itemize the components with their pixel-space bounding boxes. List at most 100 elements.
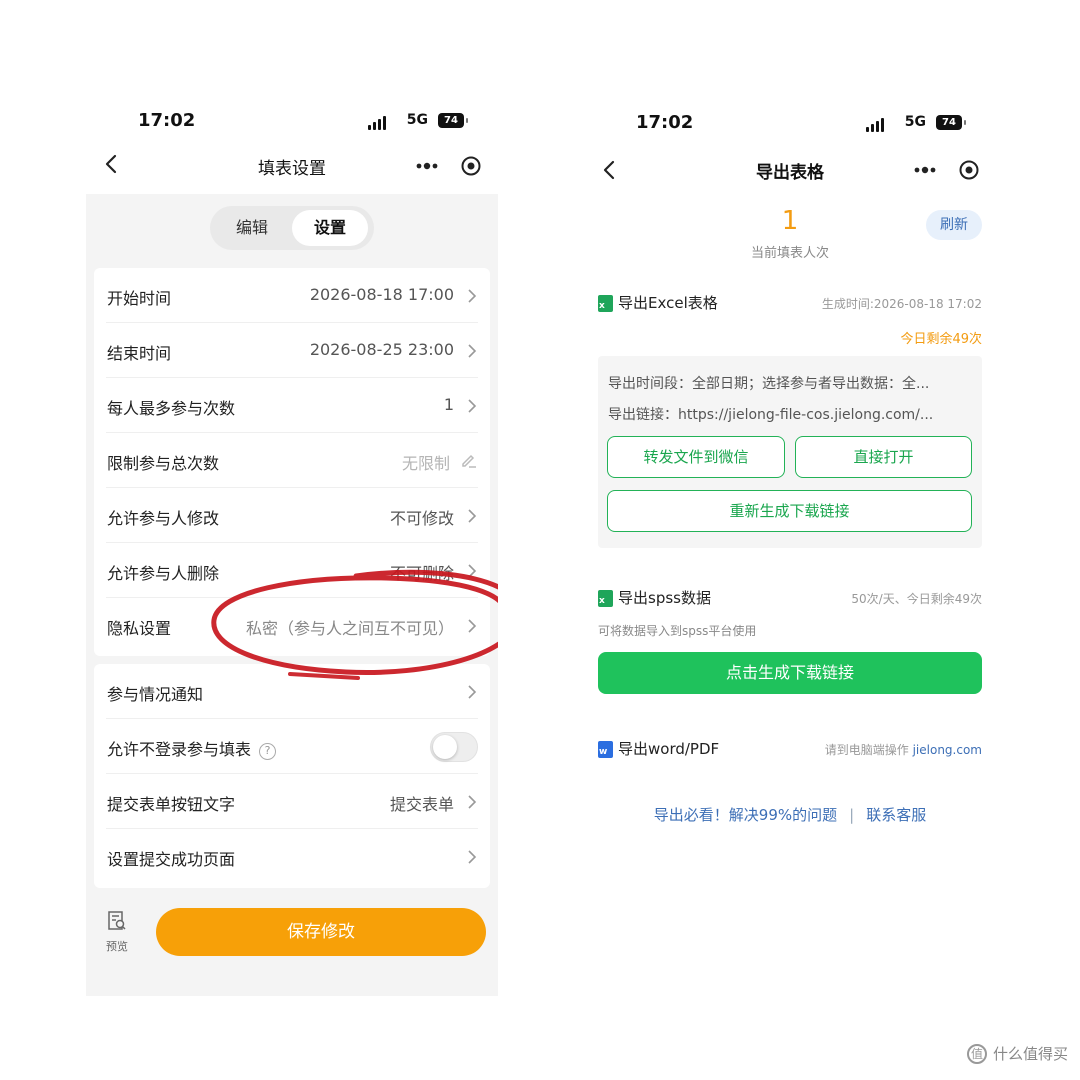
footer-links: 导出必看！解决99%的问题 | 联系客服 (584, 804, 996, 825)
word-instruction: 请到电脑端操作 jielong.com (825, 741, 982, 758)
row-label: 开始时间 (107, 289, 172, 308)
status-bar: 17:02 5G 74 (86, 86, 498, 136)
export-link-text: 导出链接：https://jielong-file-cos.jielong.co… (608, 407, 934, 423)
more-icon[interactable] (414, 154, 440, 178)
row-label-text: 允许不登录参与填表 (107, 740, 252, 759)
row-label: 允许参与人修改 (107, 509, 220, 528)
help-icon[interactable]: ? (259, 743, 277, 760)
row-value: 不可修改 (389, 509, 454, 528)
close-miniprogram-icon[interactable] (958, 159, 980, 181)
watermark-text: 什么值得买 (992, 1045, 1068, 1063)
row-label: 提交表单按钮文字 (107, 795, 236, 814)
edit-settings-switch: 编辑 设置 (210, 206, 374, 250)
watermark-logo-icon: 值 (966, 1043, 987, 1064)
tab-edit[interactable]: 编辑 (214, 210, 290, 246)
preview-button[interactable]: 预览 (104, 910, 130, 954)
save-changes-button[interactable]: 保存修改 (156, 908, 486, 956)
close-miniprogram-icon[interactable] (460, 155, 482, 177)
row-value: 2026-08-18 17:00 (309, 285, 454, 304)
battery-icon: 74 (936, 115, 966, 130)
chevron-right-icon (468, 289, 477, 303)
bottom-action-bar: 预览 保存修改 (86, 892, 498, 996)
word-file-icon: w (598, 741, 613, 758)
row-start-time[interactable]: 开始时间 2026-08-18 17:00 (106, 268, 478, 323)
nav-bar: 填表设置 (86, 136, 498, 194)
row-end-time[interactable]: 结束时间 2026-08-25 23:00 (106, 323, 478, 378)
chevron-right-icon (468, 564, 477, 578)
spss-description: 可将数据导入到spss平台使用 (598, 624, 757, 638)
chevron-right-icon (468, 850, 477, 864)
chevron-right-icon (468, 509, 477, 523)
chevron-right-icon (468, 619, 477, 633)
customer-service-link[interactable]: 联系客服 (866, 806, 926, 824)
row-allow-delete[interactable]: 允许参与人删除 不可删除 (106, 543, 478, 598)
network-type: 5G (904, 114, 926, 130)
row-value: 不可删除 (389, 564, 454, 583)
anonymous-toggle[interactable] (430, 732, 478, 762)
row-label: 允许参与人删除 (107, 564, 220, 583)
row-allow-anonymous: 允许不登录参与填表? (106, 719, 478, 774)
row-max-per-person[interactable]: 每人最多参与次数 1 (106, 378, 478, 433)
row-value: 1 (443, 395, 454, 414)
row-value: 提交表单 (389, 795, 454, 814)
faq-link[interactable]: 导出必看！解决99%的问题 (654, 806, 837, 824)
row-allow-modify[interactable]: 允许参与人修改 不可修改 (106, 488, 478, 543)
regenerate-link-button[interactable]: 重新生成下载链接 (607, 490, 972, 532)
preview-label: 预览 (106, 940, 128, 953)
chevron-right-icon (468, 399, 477, 413)
jielong-site-link[interactable]: jielong.com (913, 743, 982, 757)
spss-file-icon: x (598, 590, 613, 607)
generate-download-link-button[interactable]: 点击生成下载链接 (598, 652, 982, 694)
tab-settings[interactable]: 设置 (292, 210, 368, 246)
excel-remaining: 今日剩余49次 (900, 332, 982, 347)
spss-quota: 50次/天、今日剩余49次 (851, 592, 982, 606)
row-privacy[interactable]: 隐私设置 私密（参与人之间互不可见） (106, 598, 478, 653)
word-instruction-text: 请到电脑端操作 (824, 743, 909, 757)
row-success-page[interactable]: 设置提交成功页面 (106, 829, 478, 884)
open-directly-button[interactable]: 直接打开 (795, 436, 972, 478)
refresh-button[interactable]: 刷新 (926, 210, 982, 240)
export-range-text: 导出时间段：全部日期；选择参与者导出数据：全... (608, 376, 930, 392)
row-total-limit[interactable]: 限制参与总次数 无限制 (106, 433, 478, 488)
row-label: 每人最多参与次数 (107, 399, 236, 418)
nav-bar: 导出表格 (584, 148, 996, 192)
chevron-right-icon (468, 344, 477, 358)
export-table-screen: 17:02 5G 74 导出表格 1 当前填表人次 刷新 x 导出Excel表格… (584, 86, 996, 996)
row-label: 隐私设置 (107, 619, 172, 638)
excel-generated-time: 生成时间:2026-08-18 17:02 (821, 297, 982, 311)
footer-separator: | (849, 806, 855, 824)
status-time: 17:02 (636, 112, 694, 133)
edit-pencil-icon[interactable] (460, 451, 478, 469)
row-value: 2026-08-25 23:00 (309, 340, 454, 359)
row-label: 设置提交成功页面 (107, 850, 236, 869)
row-label: 参与情况通知 (107, 685, 204, 704)
excel-file-icon: x (598, 295, 613, 312)
row-submit-text[interactable]: 提交表单按钮文字 提交表单 (106, 774, 478, 829)
preview-icon (108, 911, 126, 930)
signal-icon (368, 116, 386, 130)
chevron-right-icon (468, 795, 477, 809)
more-icon[interactable] (912, 158, 938, 182)
row-label: 结束时间 (107, 344, 172, 363)
form-settings-screen: 17:02 5G 74 填表设置 编辑 设置 开始时间 2026-08-18 1… (86, 86, 498, 996)
settings-group-1: 开始时间 2026-08-18 17:00 结束时间 2026-08-25 23… (94, 268, 490, 656)
status-bar: 17:02 5G 74 (584, 110, 996, 138)
fill-count-label: 当前填表人次 (750, 246, 829, 261)
excel-section-title: 导出Excel表格 (618, 294, 718, 312)
screenshot-collage: 17:02 5G 74 填表设置 编辑 设置 开始时间 2026-08-18 1… (0, 0, 1080, 1080)
chevron-right-icon (468, 685, 477, 699)
row-value: 私密（参与人之间互不可见） (245, 619, 454, 638)
forward-to-wechat-button[interactable]: 转发文件到微信 (607, 436, 785, 478)
excel-export-panel: 导出时间段：全部日期；选择参与者导出数据：全... 导出链接：https://j… (598, 356, 982, 548)
signal-icon (866, 118, 884, 132)
battery-icon: 74 (438, 113, 468, 128)
settings-group-2: 参与情况通知 允许不登录参与填表? 提交表单按钮文字 提交表单 设置提交成功页面 (94, 664, 490, 888)
watermark: 值 什么值得买 (966, 1043, 1068, 1064)
row-value: 无限制 (401, 454, 450, 473)
spss-section-title: 导出spss数据 (618, 589, 711, 607)
row-notification[interactable]: 参与情况通知 (106, 664, 478, 719)
network-type: 5G (406, 112, 428, 128)
row-label: 限制参与总次数 (107, 454, 220, 473)
status-time: 17:02 (138, 110, 196, 131)
row-label: 允许不登录参与填表? (107, 736, 277, 760)
